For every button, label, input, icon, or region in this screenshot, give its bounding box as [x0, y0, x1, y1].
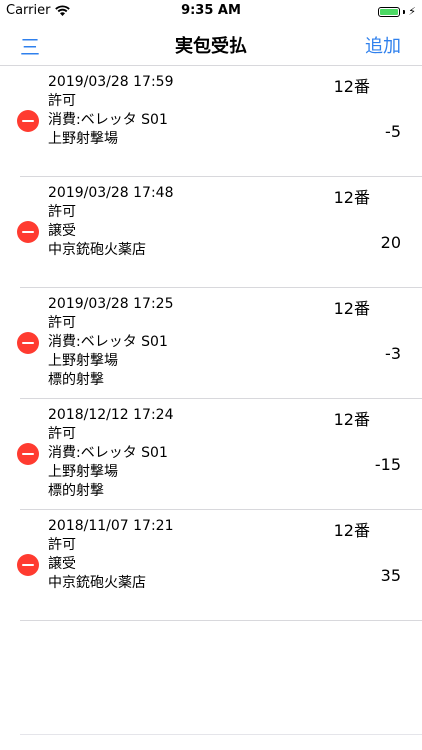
entry-datetime: 2019/03/28 17:59: [48, 74, 174, 90]
list-item[interactable]: 2018/12/12 17:24 許可 消費:ベレッタ S01 上野射撃場 標的…: [0, 399, 422, 510]
delete-icon[interactable]: [17, 332, 39, 354]
entry-detail: 譲受: [48, 556, 76, 572]
entry-detail: 消費:ベレッタ S01: [48, 334, 168, 350]
entry-purpose: 標的射撃: [48, 372, 104, 388]
battery-tip: [403, 9, 406, 14]
battery-level: [380, 8, 399, 15]
entry-status: 許可: [48, 93, 76, 109]
entry-text: 2018/11/07 17:21 許可 譲受 中京銃砲火薬店: [48, 517, 174, 593]
entry-quantity: 20: [380, 233, 401, 252]
list-item[interactable]: 2018/11/07 17:21 許可 譲受 中京銃砲火薬店 12番 35: [0, 510, 422, 621]
entry-datetime: 2018/11/07 17:21: [48, 518, 174, 534]
delete-icon[interactable]: [17, 221, 39, 243]
entry-slot: 12番: [333, 77, 370, 96]
entry-slot: 12番: [333, 521, 370, 540]
entry-status: 許可: [48, 204, 76, 220]
battery-icon: [378, 6, 401, 17]
entry-detail: 譲受: [48, 223, 76, 239]
charging-icon: ⚡: [408, 5, 416, 18]
entry-slot: 12番: [333, 410, 370, 429]
add-button[interactable]: 追加: [365, 32, 401, 58]
entry-datetime: 2019/03/28 17:25: [48, 296, 174, 312]
list-item[interactable]: 2019/03/28 17:48 許可 譲受 中京銃砲火薬店 12番 20: [0, 177, 422, 288]
entry-status: 許可: [48, 315, 76, 331]
entry-location: 上野射撃場: [48, 353, 118, 369]
entry-location: 中京銃砲火薬店: [48, 575, 146, 591]
entry-text: 2019/03/28 17:59 許可 消費:ベレッタ S01 上野射撃場: [48, 73, 174, 149]
entry-location: 上野射撃場: [48, 131, 118, 147]
page-title: 実包受払: [175, 36, 247, 57]
list-item[interactable]: 2019/03/28 17:59 許可 消費:ベレッタ S01 上野射撃場 12…: [0, 66, 422, 177]
entry-list: 2019/03/28 17:59 許可 消費:ベレッタ S01 上野射撃場 12…: [0, 66, 422, 621]
entry-status: 許可: [48, 426, 76, 442]
entry-status: 許可: [48, 537, 76, 553]
entry-location: 上野射撃場: [48, 464, 118, 480]
entry-text: 2019/03/28 17:25 許可 消費:ベレッタ S01 上野射撃場 標的…: [48, 295, 174, 390]
entry-text: 2019/03/28 17:48 許可 譲受 中京銃砲火薬店: [48, 184, 174, 260]
list-item[interactable]: 2019/03/28 17:25 許可 消費:ベレッタ S01 上野射撃場 標的…: [0, 288, 422, 399]
entry-purpose: 標的射撃: [48, 483, 104, 499]
entry-datetime: 2018/12/12 17:24: [48, 407, 174, 423]
navigation-bar: 三 実包受払 追加: [0, 22, 422, 66]
entry-quantity: 35: [380, 566, 401, 585]
entry-quantity: -5: [385, 122, 401, 141]
entry-slot: 12番: [333, 299, 370, 318]
delete-icon[interactable]: [17, 443, 39, 465]
entry-quantity: -15: [374, 455, 401, 474]
entry-datetime: 2019/03/28 17:48: [48, 185, 174, 201]
delete-icon[interactable]: [17, 554, 39, 576]
entry-quantity: -3: [385, 344, 401, 363]
entry-location: 中京銃砲火薬店: [48, 242, 146, 258]
status-bar: Carrier 9:35 AM ⚡: [0, 0, 422, 22]
bottom-divider: [20, 734, 422, 735]
entry-text: 2018/12/12 17:24 許可 消費:ベレッタ S01 上野射撃場 標的…: [48, 406, 174, 501]
entry-slot: 12番: [333, 188, 370, 207]
status-time: 9:35 AM: [181, 3, 241, 18]
delete-icon[interactable]: [17, 110, 39, 132]
battery-group: ⚡: [378, 5, 416, 18]
entry-detail: 消費:ベレッタ S01: [48, 112, 168, 128]
entry-detail: 消費:ベレッタ S01: [48, 445, 168, 461]
